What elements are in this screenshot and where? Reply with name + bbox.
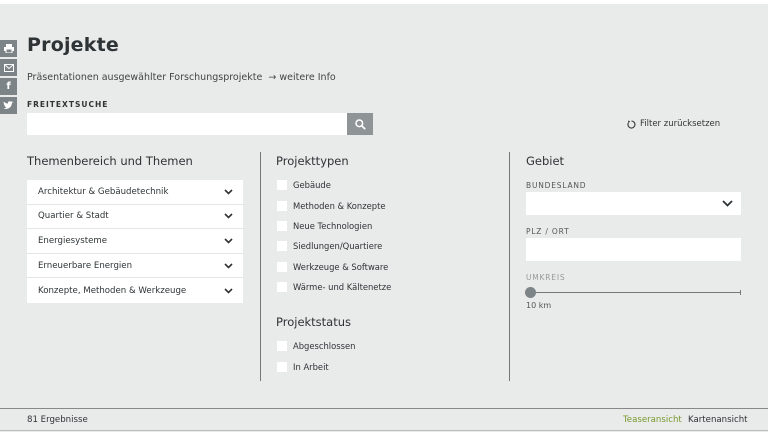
footer-bottom-border — [0, 430, 768, 431]
theme-item-label: Architektur & Gebäudetechnik — [38, 186, 169, 197]
more-link[interactable]: → weitere Info — [265, 72, 335, 83]
theme-item[interactable]: Erneuerbare Energien — [27, 254, 243, 279]
chevron-down-icon — [224, 238, 233, 244]
project-status-label: In Arbeit — [293, 361, 329, 372]
project-types-list: Gebäude Methoden & Konzepte Neue Technol… — [277, 175, 391, 297]
radius-label: UMKREIS — [526, 273, 566, 282]
chevron-down-icon — [224, 288, 233, 294]
map-view-toggle[interactable]: Kartenansicht — [688, 415, 748, 425]
page-subtitle: Präsentationen ausgewählter Forschungspr… — [27, 72, 336, 83]
theme-item[interactable]: Architektur & Gebäudetechnik — [27, 180, 243, 205]
radius-slider-track[interactable] — [530, 292, 741, 293]
checkbox[interactable] — [277, 341, 287, 352]
checkbox[interactable] — [277, 241, 287, 252]
footer-divider — [0, 408, 768, 409]
column-divider — [509, 152, 510, 381]
facebook-icon[interactable]: f — [0, 78, 17, 95]
project-type-label: Wärme- und Kältenetze — [293, 282, 392, 293]
region-heading: Gebiet — [526, 154, 565, 168]
project-status-list: Abgeschlossen In Arbeit — [277, 336, 355, 377]
theme-item-label: Konzepte, Methoden & Werkzeuge — [38, 285, 187, 296]
themes-accordion: Architektur & Gebäudetechnik Quartier & … — [27, 180, 243, 303]
zip-city-label: PLZ / ORT — [526, 227, 570, 236]
theme-item-label: Erneuerbare Energien — [38, 260, 133, 271]
state-label: BUNDESLAND — [526, 181, 587, 190]
column-divider — [260, 152, 261, 381]
twitter-icon[interactable] — [0, 97, 17, 114]
checkbox[interactable] — [277, 200, 287, 211]
theme-item[interactable]: Konzepte, Methoden & Werkzeuge — [27, 278, 243, 303]
teaser-view-toggle[interactable]: Teaseransicht — [623, 415, 682, 425]
search-icon — [354, 118, 366, 130]
project-type-option[interactable]: Gebäude — [277, 175, 391, 195]
zip-city-input[interactable] — [526, 238, 741, 261]
top-border — [0, 0, 768, 4]
results-count: 81 Ergebnisse — [27, 415, 88, 425]
theme-item-label: Energiesysteme — [38, 235, 108, 246]
project-types-heading: Projekttypen — [276, 154, 349, 168]
chevron-down-icon — [722, 200, 733, 207]
chevron-down-icon — [224, 189, 233, 195]
subtitle-text: Präsentationen ausgewählter Forschungspr… — [27, 72, 263, 83]
theme-item-label: Quartier & Stadt — [38, 211, 109, 222]
project-type-option[interactable]: Methoden & Konzepte — [277, 195, 391, 215]
search-button[interactable] — [347, 113, 373, 135]
theme-item[interactable]: Energiesysteme — [27, 229, 243, 254]
reset-filter-label: Filter zurücksetzen — [640, 119, 721, 129]
state-select[interactable] — [526, 192, 741, 215]
share-bar: f — [0, 40, 17, 116]
radius-slider-end — [740, 290, 741, 295]
project-status-option[interactable]: In Arbeit — [277, 356, 355, 376]
arrow-icon: → — [268, 72, 277, 83]
radius-value: 10 km — [526, 301, 552, 310]
facebook-glyph: f — [6, 81, 11, 92]
checkbox[interactable] — [277, 261, 287, 272]
project-status-label: Abgeschlossen — [293, 341, 356, 352]
project-type-option[interactable]: Wärme- und Kältenetze — [277, 277, 391, 297]
project-type-option[interactable]: Werkzeuge & Software — [277, 257, 391, 277]
project-type-label: Gebäude — [293, 180, 331, 191]
project-status-heading: Projektstatus — [276, 315, 352, 329]
project-type-option[interactable]: Siedlungen/Quartiere — [277, 236, 391, 256]
search-input[interactable] — [27, 113, 347, 135]
checkbox[interactable] — [277, 180, 287, 191]
project-type-label: Neue Technologien — [293, 220, 373, 231]
checkbox[interactable] — [277, 361, 287, 372]
reset-icon — [627, 119, 636, 129]
project-type-option[interactable]: Neue Technologien — [277, 216, 391, 236]
theme-item[interactable]: Quartier & Stadt — [27, 205, 243, 230]
reset-filter-button[interactable]: Filter zurücksetzen — [627, 119, 720, 129]
project-type-label: Methoden & Konzepte — [293, 200, 386, 211]
chevron-down-icon — [224, 213, 233, 220]
project-type-label: Siedlungen/Quartiere — [293, 241, 383, 252]
page-title: Projekte — [27, 34, 119, 56]
themes-heading: Themenbereich und Themen — [27, 154, 193, 168]
checkbox[interactable] — [277, 282, 287, 293]
freetext-search-label: FREITEXTSUCHE — [27, 100, 109, 109]
checkbox[interactable] — [277, 220, 287, 231]
mail-icon[interactable] — [0, 59, 17, 76]
radius-slider-handle[interactable] — [525, 287, 536, 298]
project-type-label: Werkzeuge & Software — [293, 261, 389, 272]
chevron-down-icon — [224, 263, 233, 269]
more-link-label: weitere Info — [279, 72, 336, 83]
print-icon[interactable] — [0, 40, 17, 57]
project-status-option[interactable]: Abgeschlossen — [277, 336, 355, 356]
